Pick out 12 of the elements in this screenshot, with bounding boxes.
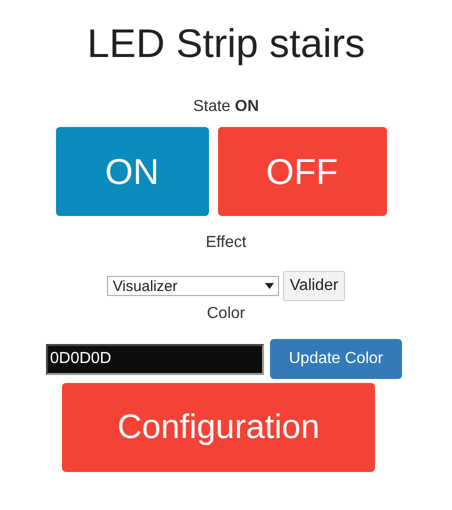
configuration-button[interactable]: Configuration [62,383,375,472]
color-label: Color [206,304,246,324]
off-button[interactable]: OFF [218,127,386,216]
caret-icon [264,283,274,289]
update-color-button[interactable]: Update Color [270,339,402,379]
color-field[interactable]: 0D0D0D [46,344,264,374]
effect-label: Effect [206,233,246,253]
state-text: State ON [193,97,259,117]
effect-select[interactable]: Visualizer [106,276,279,296]
on-button[interactable]: ON [56,127,208,216]
page-title: LED Strip stairs [87,21,365,68]
valider-button[interactable]: Valider [282,271,346,301]
